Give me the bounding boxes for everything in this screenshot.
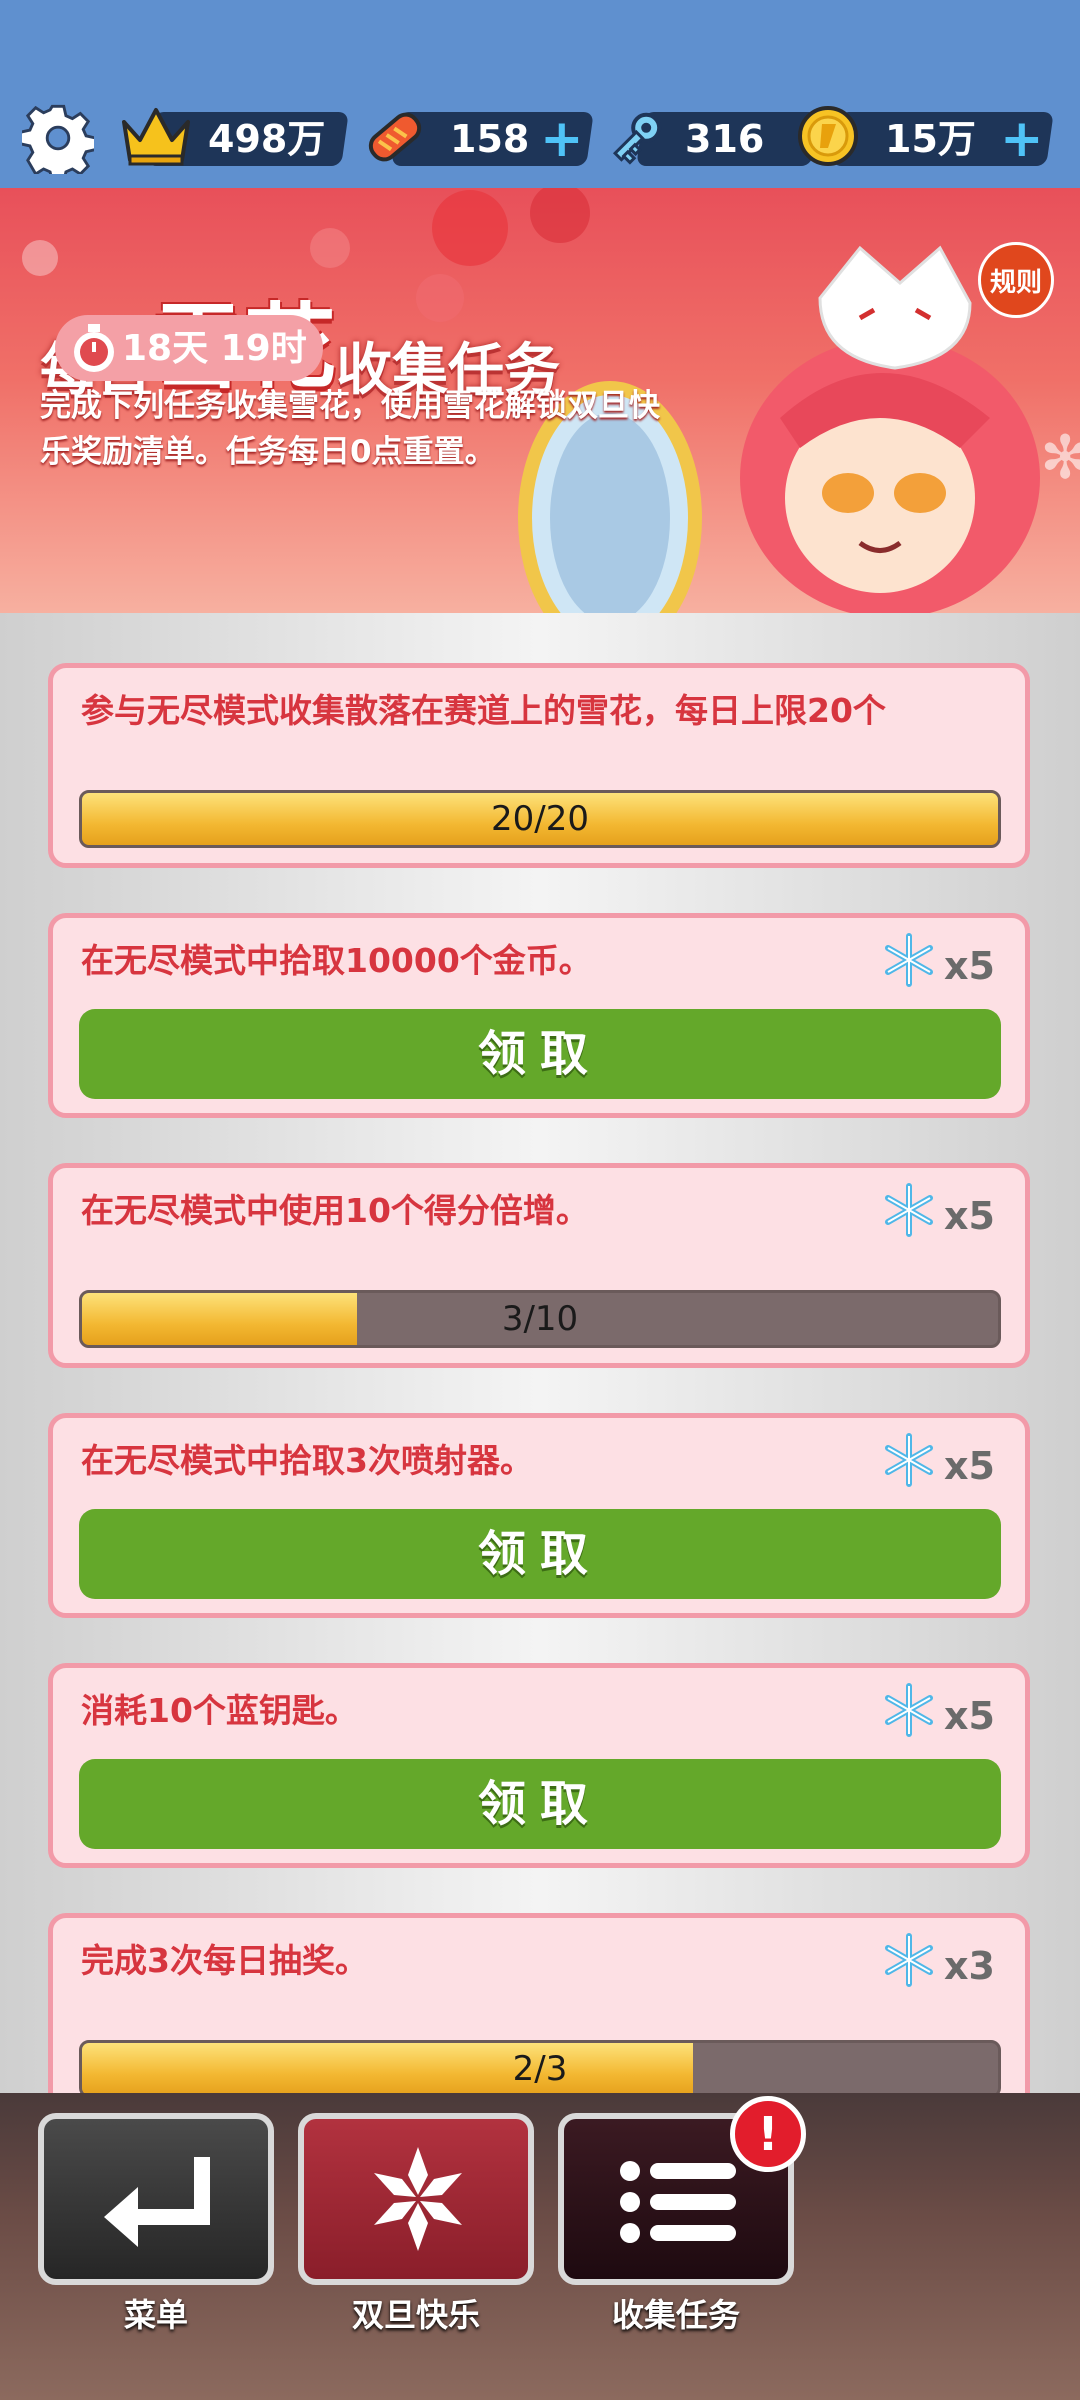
reward-amount: x3 bbox=[944, 1944, 995, 1988]
claim-button[interactable]: 领取 bbox=[79, 1509, 1001, 1599]
snowflake-icon bbox=[885, 1683, 933, 1737]
reward-amount: x5 bbox=[944, 1194, 995, 1238]
task-description: 在无尽模式中拾取3次喷射器。 bbox=[81, 1441, 533, 1480]
task-card: 消耗10个蓝钥匙。 x5 领取 bbox=[48, 1663, 1030, 1868]
holiday-label: 双旦快乐 bbox=[351, 2296, 480, 2334]
key-value: 316 bbox=[685, 117, 765, 161]
task-card: 在无尽模式中使用10个得分倍增。 x5 3/10 bbox=[48, 1163, 1030, 1368]
task-card: 在无尽模式中拾取3次喷射器。 x5 领取 bbox=[48, 1413, 1030, 1618]
menu-label: 菜单 bbox=[123, 2296, 188, 2334]
task-card: 在无尽模式中拾取10000个金币。 x5 领取 bbox=[48, 913, 1030, 1118]
snowflake-icon bbox=[885, 1433, 933, 1487]
svg-text:✻: ✻ bbox=[1040, 423, 1080, 493]
list-icon bbox=[620, 2161, 736, 2243]
task-description: 完成3次每日抽奖。 bbox=[81, 1941, 368, 1980]
task-card: 完成3次每日抽奖。 x3 2/3 bbox=[48, 1913, 1030, 2093]
task-list[interactable]: 参与无尽模式收集散落在赛道上的雪花，每日上限20个 20/20 在无尽模式中拾取… bbox=[0, 613, 1080, 2093]
task-description: 在无尽模式中使用10个得分倍增。 bbox=[81, 1191, 589, 1230]
snowflake-icon bbox=[885, 933, 933, 987]
stopwatch-icon bbox=[74, 324, 114, 372]
reward: x3 bbox=[875, 1932, 995, 1992]
return-arrow-icon bbox=[104, 2157, 210, 2247]
reward-amount: x5 bbox=[944, 944, 995, 988]
task-progress-bar: 3/10 bbox=[79, 1290, 1001, 1348]
reward: x5 bbox=[875, 932, 995, 992]
rules-button[interactable]: 规则 bbox=[978, 242, 1054, 318]
reward-amount: x5 bbox=[944, 1694, 995, 1738]
gold-coin-icon bbox=[798, 106, 858, 166]
ticket-add-button[interactable]: + bbox=[540, 112, 584, 166]
claim-button[interactable]: 领取 bbox=[79, 1759, 1001, 1849]
task-progress-bar: 2/3 bbox=[79, 2040, 1001, 2093]
holiday-button[interactable] bbox=[298, 2113, 534, 2285]
event-banner: ✻ 每日雪花收集任务 完成下列任务收集雪花，使用雪花解锁双旦快乐奖励清单。任务每… bbox=[0, 188, 1080, 613]
task-description: 参与无尽模式收集散落在赛道上的雪花，每日上限20个 bbox=[81, 691, 886, 730]
crown-value: 498万 bbox=[208, 117, 326, 161]
claim-button[interactable]: 领取 bbox=[79, 1009, 1001, 1099]
task-card: 参与无尽模式收集散落在赛道上的雪花，每日上限20个 20/20 bbox=[48, 663, 1030, 868]
task-progress-bar: 20/20 bbox=[79, 790, 1001, 848]
settings-gear-icon[interactable] bbox=[22, 102, 94, 174]
reward: x5 bbox=[875, 1682, 995, 1742]
coin-add-button[interactable]: + bbox=[1000, 112, 1044, 166]
ticket-value: 158 bbox=[450, 117, 530, 161]
blue-key-icon bbox=[612, 112, 662, 165]
collect-tasks-label: 收集任务 bbox=[611, 2296, 740, 2334]
ticket-board-icon bbox=[368, 112, 422, 162]
progress-label: 3/10 bbox=[501, 1299, 579, 1339]
progress-label: 20/20 bbox=[491, 799, 589, 839]
reward: x5 bbox=[875, 1432, 995, 1492]
snowflake-icon bbox=[374, 2147, 462, 2251]
task-description: 消耗10个蓝钥匙。 bbox=[81, 1691, 358, 1730]
reward: x5 bbox=[875, 1182, 995, 1242]
banner-description: 完成下列任务收集雪花，使用雪花解锁双旦快乐奖励清单。任务每日0点重置。 bbox=[40, 388, 660, 470]
snowflake-icon bbox=[885, 1933, 933, 1987]
coin-value: 15万 bbox=[885, 117, 976, 161]
snowflake-icon bbox=[885, 1183, 933, 1237]
countdown-text: 18天 19时 bbox=[122, 328, 307, 369]
progress-label: 2/3 bbox=[512, 2049, 568, 2089]
menu-button[interactable] bbox=[38, 2113, 274, 2285]
crown-icon bbox=[122, 108, 190, 166]
task-description: 在无尽模式中拾取10000个金币。 bbox=[81, 941, 592, 980]
reward-amount: x5 bbox=[944, 1444, 995, 1488]
notification-badge: ! bbox=[730, 2096, 806, 2172]
